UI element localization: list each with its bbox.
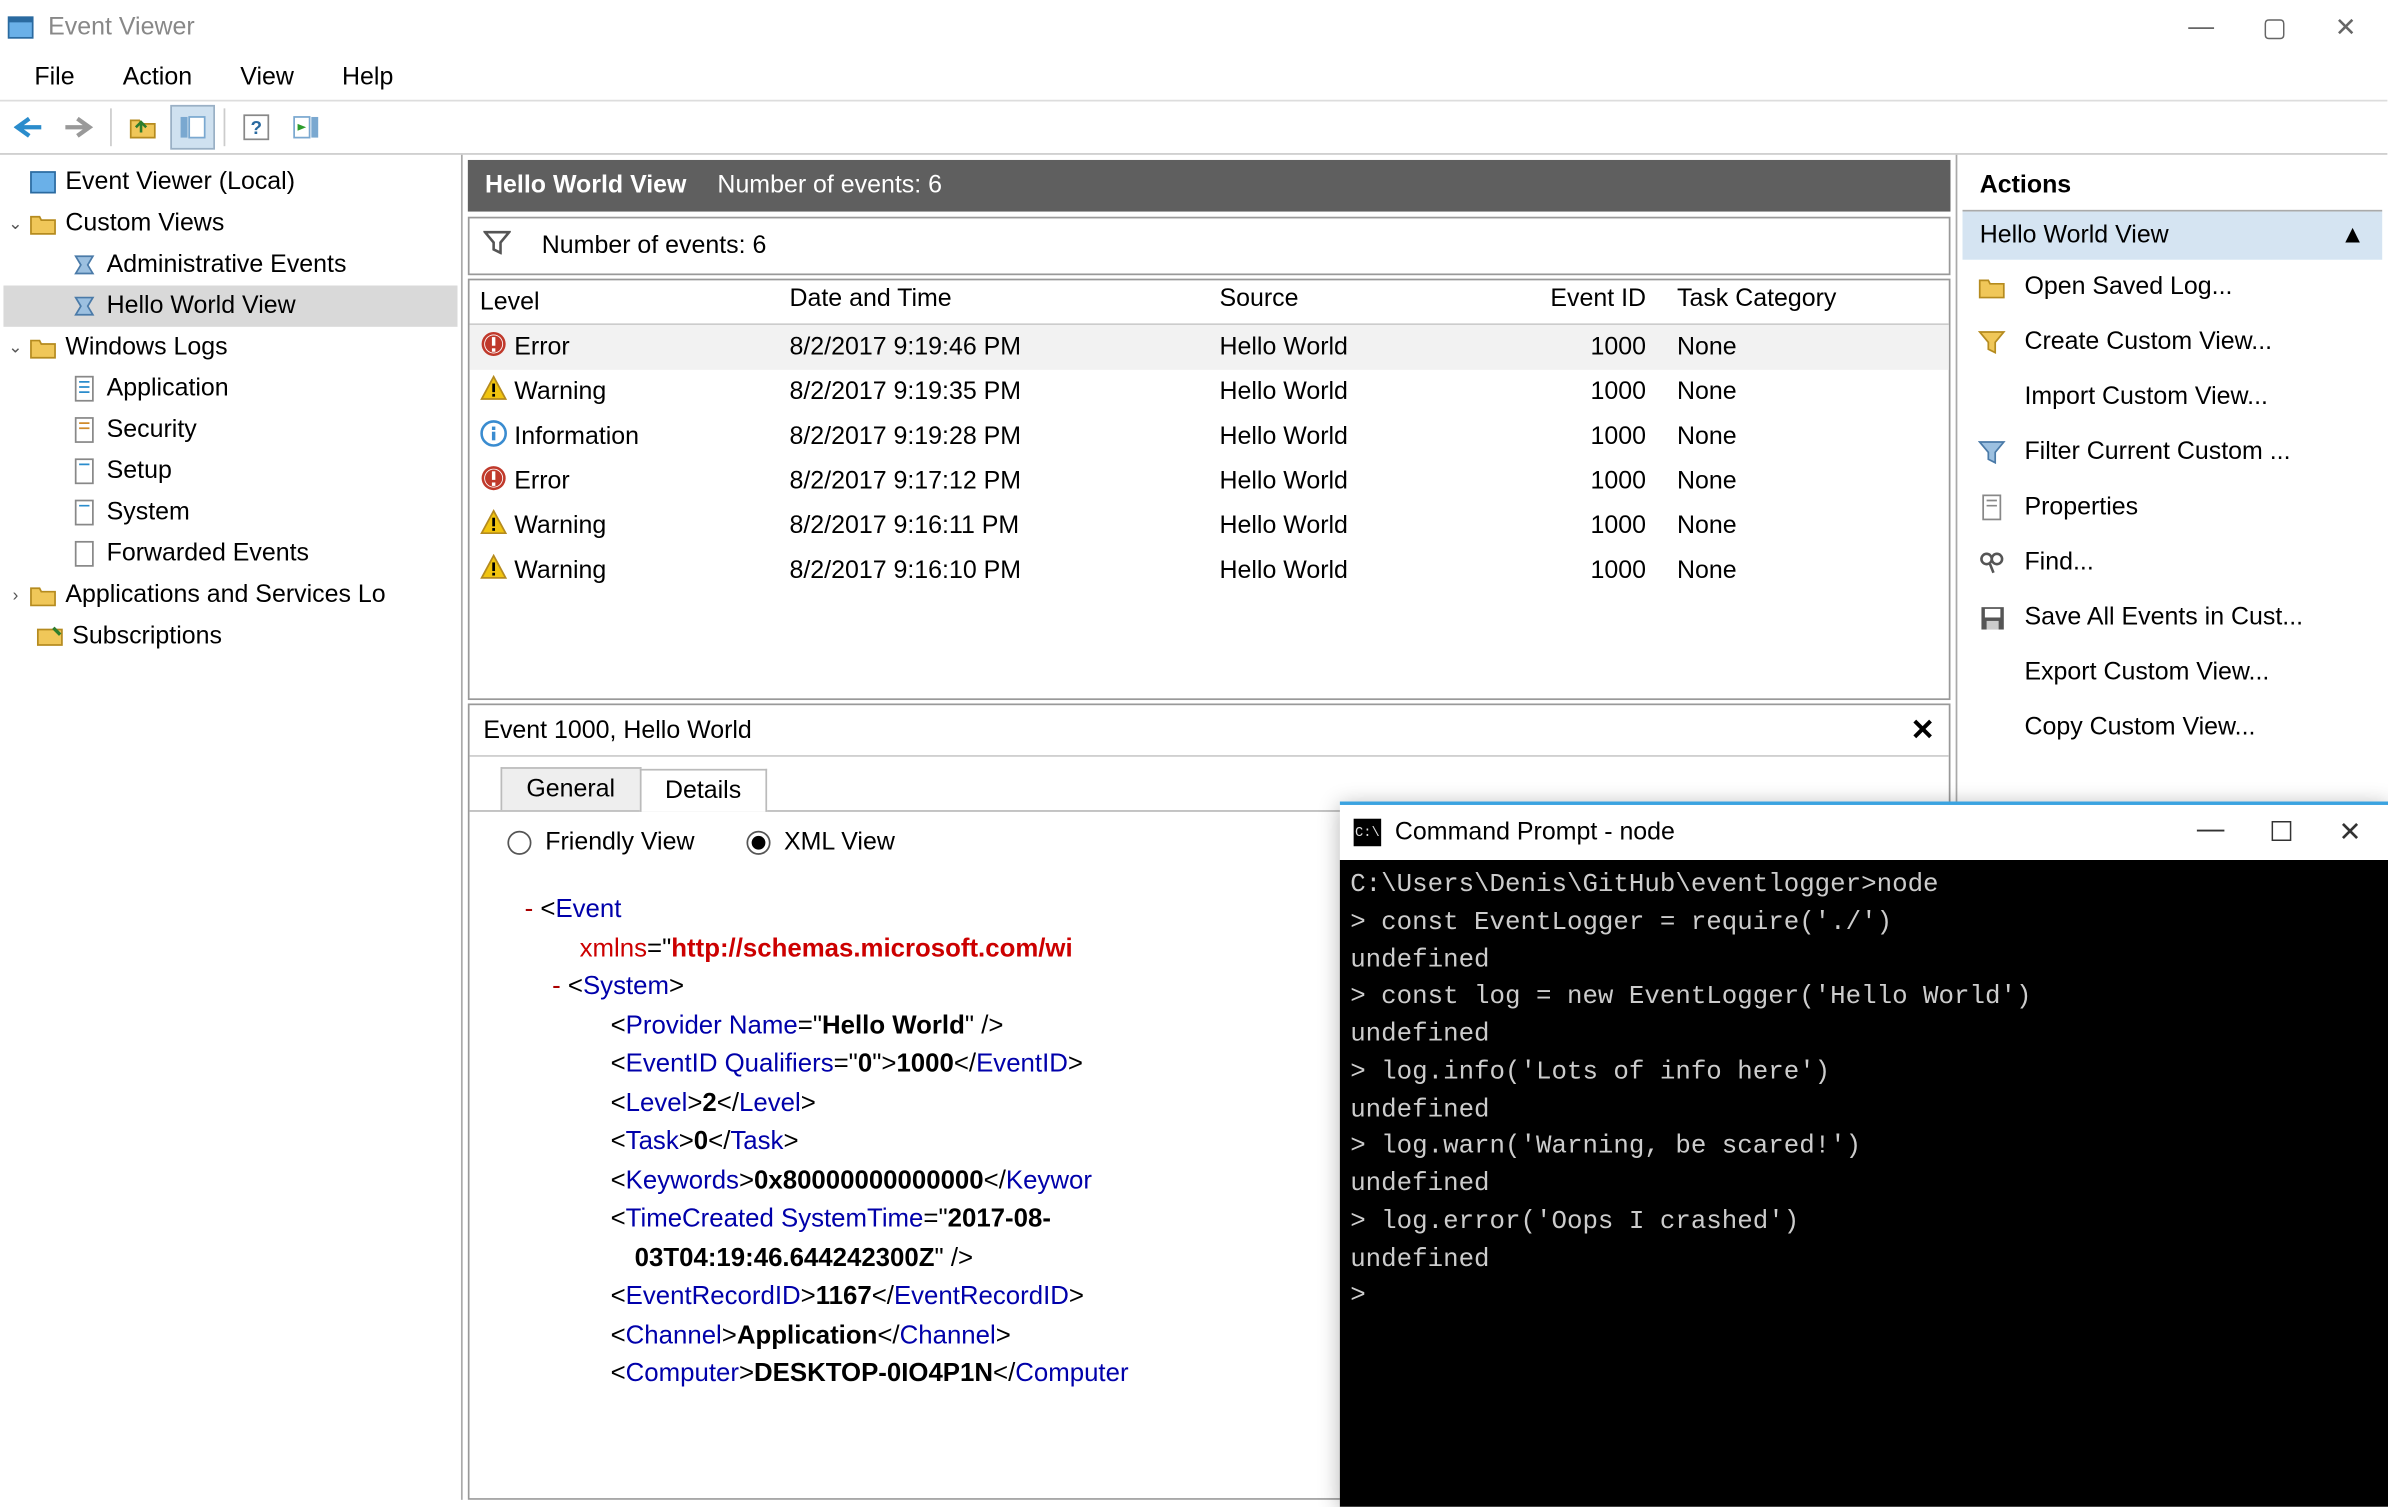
funnel-icon <box>483 230 511 261</box>
action-item[interactable]: Filter Current Custom ... <box>1963 425 2383 480</box>
close-button[interactable]: ✕ <box>2335 12 2357 43</box>
forward-button[interactable] <box>57 105 102 150</box>
warn-icon <box>480 375 508 409</box>
col-eventid[interactable]: Event ID <box>1484 280 1656 323</box>
cmd-titlebar[interactable]: C:\ Command Prompt - node — ☐ ✕ <box>1340 805 2388 860</box>
tree-windows-logs[interactable]: ⌄Windows Logs <box>3 327 457 368</box>
filter-icon <box>1976 439 2007 467</box>
error-icon <box>480 464 508 498</box>
window-title: Event Viewer <box>48 14 2188 42</box>
back-button[interactable] <box>7 105 52 150</box>
cmd-minimize-button[interactable]: — <box>2197 815 2225 849</box>
action-item[interactable]: Find... <box>1963 535 2383 590</box>
funnel-icon <box>1976 329 2007 357</box>
tree-system[interactable]: System <box>3 492 457 533</box>
table-header: Level Date and Time Source Event ID Task… <box>470 280 1949 325</box>
table-row[interactable]: Error8/2/2017 9:17:12 PMHello World1000N… <box>470 459 1949 504</box>
col-source[interactable]: Source <box>1209 280 1484 323</box>
show-tree-button[interactable] <box>170 105 215 150</box>
blank-icon <box>1976 659 2007 687</box>
action-item[interactable]: Save All Events in Cust... <box>1963 590 2383 645</box>
action-item[interactable]: Import Custom View... <box>1963 370 2383 425</box>
warn-icon <box>480 509 508 543</box>
filter-count: Number of events: 6 <box>542 232 767 260</box>
view-title: Hello World View <box>485 172 686 200</box>
tree-setup[interactable]: Setup <box>3 451 457 492</box>
tree-root[interactable]: Event Viewer (Local) <box>3 162 457 203</box>
warn-icon <box>480 554 508 588</box>
folder-icon <box>1976 273 2007 301</box>
action-item[interactable]: Properties <box>1963 480 2383 535</box>
cmd-maximize-button[interactable]: ☐ <box>2269 815 2294 849</box>
error-icon <box>480 330 508 364</box>
action-pane-button[interactable] <box>284 105 329 150</box>
radio-friendly-view[interactable]: Friendly View <box>507 829 694 857</box>
tree-admin-events[interactable]: Administrative Events <box>3 244 457 285</box>
maximize-button[interactable]: ▢ <box>2262 12 2286 43</box>
window-titlebar: Event Viewer — ▢ ✕ <box>0 0 2387 55</box>
collapse-icon: ▲ <box>2340 222 2365 250</box>
detail-title: Event 1000, Hello World <box>483 716 752 744</box>
find-icon <box>1976 549 2007 577</box>
toolbar: ? <box>0 100 2387 155</box>
minimize-button[interactable]: — <box>2188 12 2214 43</box>
cmd-icon: C:\ <box>1354 819 1382 847</box>
actions-title: Actions <box>1963 160 2383 212</box>
col-level[interactable]: Level <box>470 280 780 323</box>
menu-view[interactable]: View <box>220 60 315 94</box>
app-icon <box>7 14 35 42</box>
actions-section-header[interactable]: Hello World View ▲ <box>1963 212 2383 260</box>
command-prompt-window[interactable]: C:\ Command Prompt - node — ☐ ✕ C:\Users… <box>1340 802 2388 1507</box>
up-button[interactable] <box>120 105 165 150</box>
menu-help[interactable]: Help <box>321 60 414 94</box>
action-item[interactable]: Create Custom View... <box>1963 315 2383 370</box>
table-row[interactable]: Error8/2/2017 9:19:46 PMHello World1000N… <box>470 325 1949 370</box>
tree-custom-views[interactable]: ⌄Custom Views <box>3 203 457 244</box>
cmd-close-button[interactable]: ✕ <box>2339 815 2362 849</box>
action-item[interactable]: Open Saved Log... <box>1963 260 2383 315</box>
col-task[interactable]: Task Category <box>1656 280 1862 323</box>
info-icon <box>480 420 508 454</box>
blank-icon <box>1976 384 2007 412</box>
close-detail-button[interactable]: ✕ <box>1910 713 1935 747</box>
tree-forwarded[interactable]: Forwarded Events <box>3 533 457 574</box>
action-item[interactable]: Export Custom View... <box>1963 645 2383 700</box>
tab-details[interactable]: Details <box>639 769 767 812</box>
menu-file[interactable]: File <box>14 60 95 94</box>
radio-xml-view[interactable]: XML View <box>746 829 895 857</box>
table-row[interactable]: Warning8/2/2017 9:16:10 PMHello World100… <box>470 549 1949 594</box>
table-row[interactable]: Warning8/2/2017 9:16:11 PMHello World100… <box>470 504 1949 549</box>
blank-icon <box>1976 714 2007 742</box>
tab-general[interactable]: General <box>501 767 641 810</box>
col-date[interactable]: Date and Time <box>779 280 1209 323</box>
help-button[interactable]: ? <box>234 105 279 150</box>
cmd-output[interactable]: C:\Users\Denis\GitHub\eventlogger>node >… <box>1340 860 2388 1507</box>
tree-application[interactable]: Application <box>3 368 457 409</box>
svg-text:?: ? <box>250 118 262 139</box>
tree-hello-world-view[interactable]: Hello World View <box>3 286 457 327</box>
tree-subscriptions[interactable]: Subscriptions <box>3 616 457 657</box>
tree-security[interactable]: Security <box>3 409 457 450</box>
view-event-count: Number of events: 6 <box>717 172 942 200</box>
tree-apps-services[interactable]: ›Applications and Services Lo <box>3 574 457 615</box>
menu-action[interactable]: Action <box>102 60 213 94</box>
filter-bar: Number of events: 6 <box>468 217 1951 275</box>
props-icon <box>1976 494 2007 522</box>
navigation-tree: Event Viewer (Local) ⌄Custom Views Admin… <box>0 155 463 1500</box>
view-header: Hello World View Number of events: 6 <box>468 160 1951 212</box>
save-icon <box>1976 604 2007 632</box>
table-row[interactable]: Warning8/2/2017 9:19:35 PMHello World100… <box>470 370 1949 415</box>
menubar: File Action View Help <box>0 55 2387 100</box>
action-item[interactable]: Copy Custom View... <box>1963 700 2383 755</box>
table-row[interactable]: Information8/2/2017 9:19:28 PMHello Worl… <box>470 415 1949 460</box>
cmd-title: Command Prompt - node <box>1395 819 2197 847</box>
event-table: Level Date and Time Source Event ID Task… <box>468 279 1951 700</box>
